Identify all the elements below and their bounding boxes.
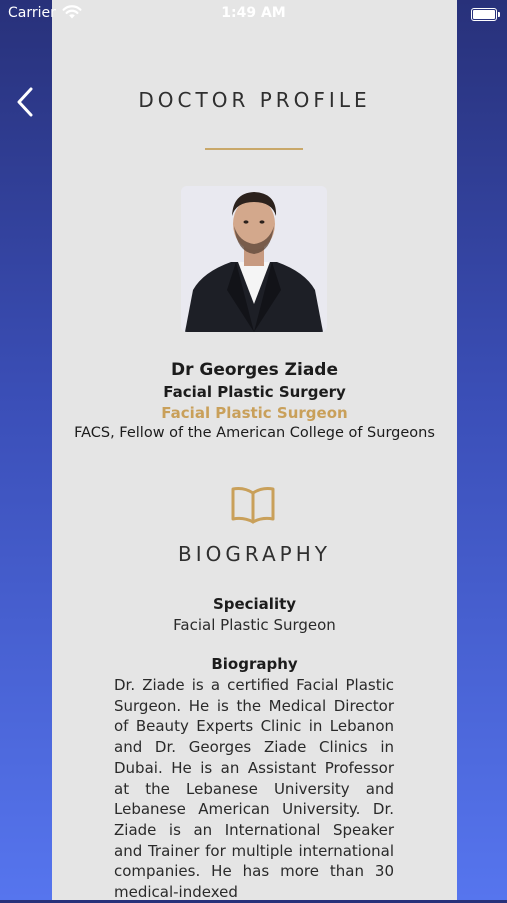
doctor-name: Dr Georges Ziade [170, 360, 339, 380]
speciality-label: Speciality [212, 595, 297, 613]
doctor-photo [181, 186, 327, 332]
status-time: 1:49 AM [221, 5, 286, 21]
biography-section-title: BIOGRAPHY [178, 542, 331, 566]
back-button[interactable] [12, 86, 42, 118]
title-divider [205, 148, 303, 150]
status-bar: Carrier 1:49 AM [0, 0, 507, 28]
profile-panel: DOCTOR PROFILE Dr Georges Ziade Facial P… [52, 0, 457, 902]
doctor-credentials: FACS, Fellow of the American College of … [74, 425, 435, 441]
doctor-department: Facial Plastic Surgery [163, 383, 346, 401]
page-title: DOCTOR PROFILE [138, 88, 371, 112]
battery-icon [471, 8, 500, 21]
speciality-value: Facial Plastic Surgeon [173, 616, 336, 634]
chevron-left-icon [17, 87, 33, 117]
open-book-icon [230, 485, 276, 525]
biography-text: Dr. Ziade is a certified Facial Plastic … [114, 676, 394, 902]
doctor-title: Facial Plastic Surgeon [161, 404, 348, 422]
biography-label: Biography [211, 655, 298, 673]
